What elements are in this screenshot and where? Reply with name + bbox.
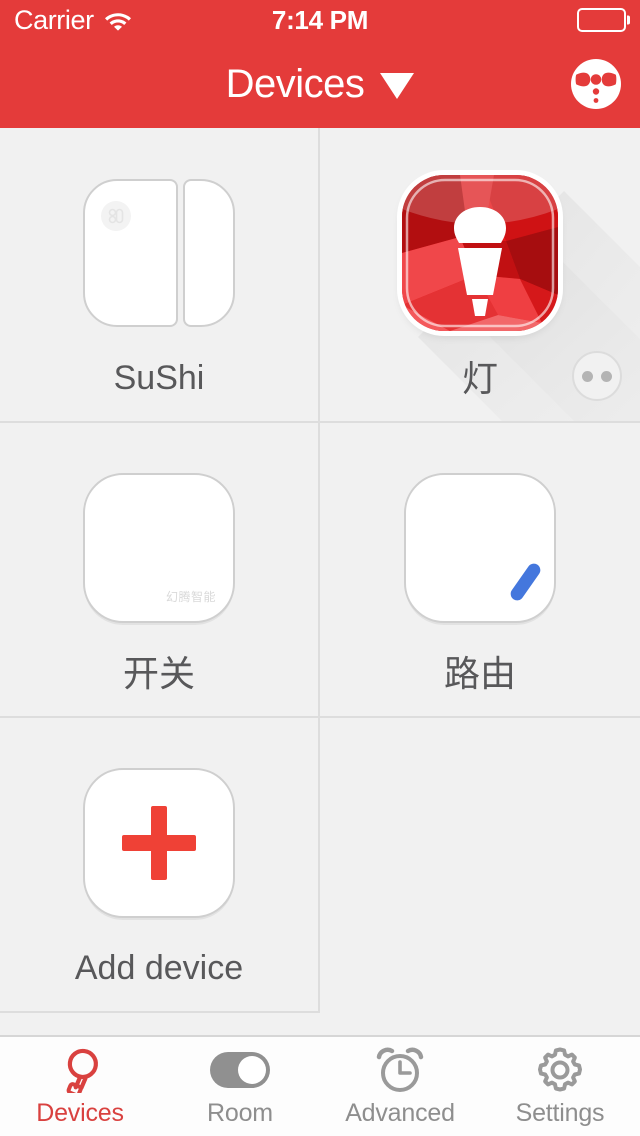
wifi-icon [103,9,133,31]
tab-label: Advanced [345,1099,455,1127]
page-title: Devices [225,62,365,106]
light-bulb-icon [402,175,558,331]
tab-label: Settings [515,1099,605,1127]
chevron-down-icon [380,73,415,99]
router-indicator-bar [508,561,543,603]
device-cell-light[interactable]: 灯 [320,128,640,423]
bulb-outline-icon [53,1047,107,1093]
device-grid: SuShi 灯 幻腾智能 开关 路由 Add device [0,128,640,1035]
bowtie-logo-icon[interactable] [570,58,622,110]
device-cell-add-device[interactable]: Add device [0,718,320,1013]
device-cell-sushi[interactable]: SuShi [0,128,320,423]
device-cell-switch[interactable]: 幻腾智能 开关 [0,423,320,718]
status-bar: Carrier 7:14 PM [0,0,640,40]
tab-devices[interactable]: Devices [0,1037,160,1136]
switch-brand-text: 幻腾智能 [165,590,216,604]
more-dots-icon[interactable] [572,351,622,401]
status-bar-right [577,8,626,32]
devices-title-dropdown[interactable]: Devices [226,64,415,104]
device-thumbnail [79,763,239,923]
device-name-label: Add device [74,949,244,987]
device-thumbnail [400,468,560,628]
tab-label: Devices [36,1099,124,1127]
switch-icon: 幻腾智能 [83,473,235,623]
tab-label: Room [207,1099,273,1127]
tab-room[interactable]: Room [160,1037,320,1136]
router-icon [404,473,556,623]
device-name-label: 开关 [122,653,195,694]
device-name-label: SuShi [113,359,205,397]
device-cell-empty [320,718,640,1013]
nav-bar: Devices [0,40,640,128]
device-thumbnail: 幻腾智能 [79,468,239,628]
carrier-label: Carrier [14,4,94,35]
device-thumbnail [79,173,239,333]
app-screen: Carrier 7:14 PM Devices SuShi 灯 幻腾智能 开关 … [0,0,640,1136]
device-name-label: 路由 [443,653,516,694]
add-device-tile[interactable] [83,768,235,918]
device-cell-router[interactable]: 路由 [320,423,640,718]
tab-settings[interactable]: Settings [480,1037,640,1136]
tab-advanced[interactable]: Advanced [320,1037,480,1136]
toggle-switch-icon [209,1047,271,1093]
tab-bar: Devices Room Advanced Settings [0,1035,640,1136]
device-name-label: 灯 [461,358,498,399]
sensor-brand-badge [101,201,131,231]
alarm-clock-icon [375,1047,425,1093]
device-thumbnail [400,173,640,421]
battery-full-icon [577,8,626,32]
door-sensor-icon [83,179,235,327]
gear-icon [536,1047,584,1093]
plus-icon [122,806,196,880]
status-bar-left: Carrier [14,4,133,35]
